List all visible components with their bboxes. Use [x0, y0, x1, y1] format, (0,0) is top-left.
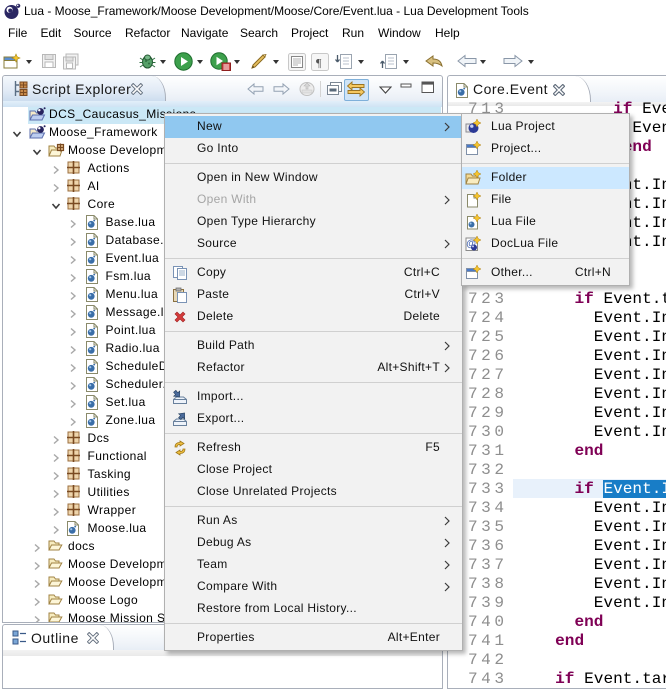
- svg-text:¶: ¶: [316, 56, 322, 70]
